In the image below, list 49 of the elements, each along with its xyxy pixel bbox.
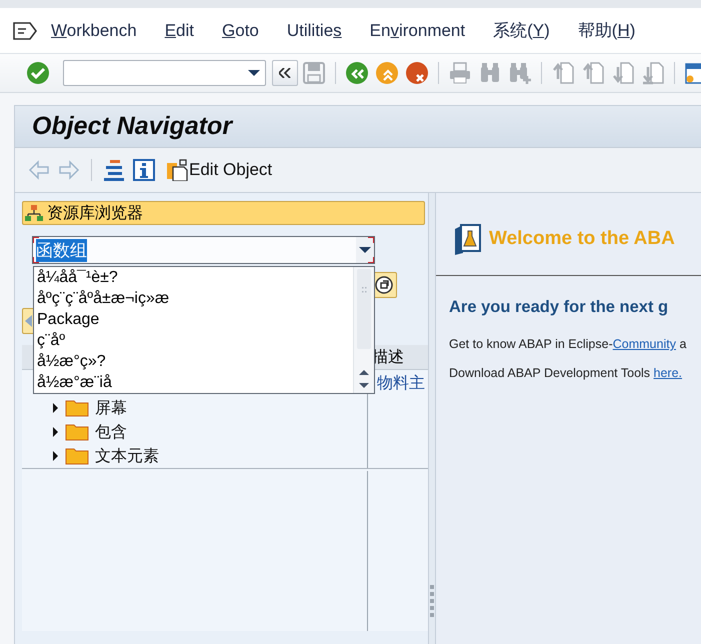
table-cell-text: 物料主: [377, 374, 426, 394]
back-icon[interactable]: [345, 61, 369, 85]
dropdown-option[interactable]: Package: [34, 309, 353, 330]
tree-item[interactable]: 文本元素: [95, 446, 159, 466]
dropdown-option[interactable]: å½æ°æ¨iå: [34, 372, 353, 393]
flask-book-icon: [453, 223, 481, 255]
collapsed-triangle-icon[interactable]: [52, 427, 59, 437]
link[interactable]: Community: [612, 337, 676, 351]
menu-item[interactable]: Utilities: [286, 20, 342, 40]
menu-item[interactable]: Workbench: [51, 20, 137, 40]
menu-item[interactable]: Environment: [370, 20, 466, 40]
welcome-title: Welcome to the ABA: [489, 228, 675, 250]
info-icon[interactable]: [132, 158, 156, 182]
menu-item[interactable]: Edit: [164, 20, 194, 40]
cancel-icon[interactable]: [405, 61, 429, 85]
menu-item[interactable]: 帮助(H): [578, 19, 636, 42]
splitter-handle[interactable]: [430, 585, 434, 619]
menu-item[interactable]: Goto: [222, 20, 259, 40]
info-text: Download ABAP Development Tools here.: [448, 366, 684, 380]
command-field[interactable]: [63, 60, 266, 86]
menu-item[interactable]: 系统(Y): [493, 19, 550, 42]
exit-icon[interactable]: [375, 61, 399, 85]
folder-icon: [65, 423, 89, 441]
section-heading: Are you ready for the next g: [448, 298, 670, 317]
left-triangle-icon: [25, 315, 33, 327]
dropdown-option[interactable]: å¼åå¯¹è±?: [34, 267, 353, 288]
link[interactable]: here.: [654, 366, 682, 380]
object-type-dropdown[interactable]: 函数组: [32, 236, 375, 264]
tree-item[interactable]: 包含: [95, 422, 127, 442]
menu-icon[interactable]: [12, 20, 38, 42]
tree-item[interactable]: 屏幕: [95, 398, 127, 418]
double-chevron-icon: [279, 68, 291, 78]
window-layout-icon[interactable]: [684, 61, 701, 85]
repository-browser-button[interactable]: 资源库浏览器: [22, 201, 425, 225]
collapsed-triangle-icon[interactable]: [52, 403, 59, 413]
window-title: Object Navigator: [32, 112, 232, 141]
folder-icon: [65, 399, 89, 417]
collapsed-triangle-icon[interactable]: [52, 451, 59, 461]
edit-object-button[interactable]: Edit Object: [166, 159, 272, 181]
check-icon[interactable]: [26, 61, 50, 85]
folder-icon: [65, 447, 89, 465]
hierarchy-icon[interactable]: [102, 158, 126, 182]
hierarchy-tree-icon: [25, 204, 43, 222]
dropdown-option[interactable]: å½æ°ç»?: [34, 351, 353, 372]
info-text: Get to know ABAP in Eclipse-Community a: [448, 337, 688, 351]
dropdown-option[interactable]: åºç¨ç¨åºå±æ¬iç»æ: [34, 288, 353, 309]
dropdown-option[interactable]: ç¨åº: [34, 330, 353, 351]
history-button[interactable]: [272, 60, 298, 86]
dropdown-caret-icon: [359, 246, 371, 254]
